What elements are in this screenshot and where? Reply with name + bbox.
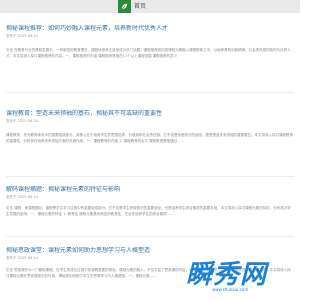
article-excerpt: 引言 在教育行业的蓬勃发展中，一种新型的教育理念，课程化培养正逐渐成为热门话题。… (6, 48, 291, 58)
article-title-link[interactable]: 课程教育：塑造未来领袖的基石，揭秘其不可或缺的重要性 (6, 110, 294, 118)
article-item: 揭秘课程推荐：如何巧妙融入课程元素，培养新时代优秀人才 发布于 2025-06-… (6, 25, 294, 83)
article-title-link[interactable]: 揭秘课程推荐：如何巧妙融入课程元素，培养新时代优秀人才 (6, 25, 294, 33)
top-header: 首页 (0, 0, 300, 13)
site-logo[interactable] (118, 0, 131, 13)
article-date: 发布于 2025-06-24 (6, 195, 38, 199)
article-title-link[interactable]: 揭秘思政课堂：课程元素如何助力思想学习与人格塑造 (6, 247, 294, 255)
watermark-logo: 瞬秀网 www.shunxiu.com (186, 260, 296, 294)
watermark-url: www.shunxiu.com (212, 287, 249, 292)
article-divider (6, 176, 294, 177)
article-item: 课程教育：塑造未来领袖的基石，揭秘其不可或缺的重要性 发布于 2025-06-2… (6, 110, 294, 168)
article-date: 发布于 2025-06-24 (6, 119, 38, 123)
watermark-text: 瞬秀网 (186, 260, 268, 290)
nav-home-link[interactable]: 首页 (134, 0, 146, 13)
article-divider (6, 92, 294, 93)
leaf-icon (121, 3, 128, 10)
article-excerpt: 引言 课程，即课程题目，课程是学生学习过程中的重要组成部分。它不仅是学生获取知识… (6, 206, 291, 216)
article-date: 发布于 2025-06-24 (6, 34, 38, 38)
article-divider (6, 236, 294, 237)
article-item: 解码课程摘题：揭秘课程元素的特征与影响 发布于 2025-06-24 引言 课程… (6, 186, 294, 229)
article-excerpt: 课程教育，作为教育体系中的重要组成部分，其核心在于培养学生的思想品质、价值观和社… (6, 133, 293, 143)
article-title-link[interactable]: 解码课程摘题：揭秘课程元素的特征与影响 (6, 186, 294, 194)
